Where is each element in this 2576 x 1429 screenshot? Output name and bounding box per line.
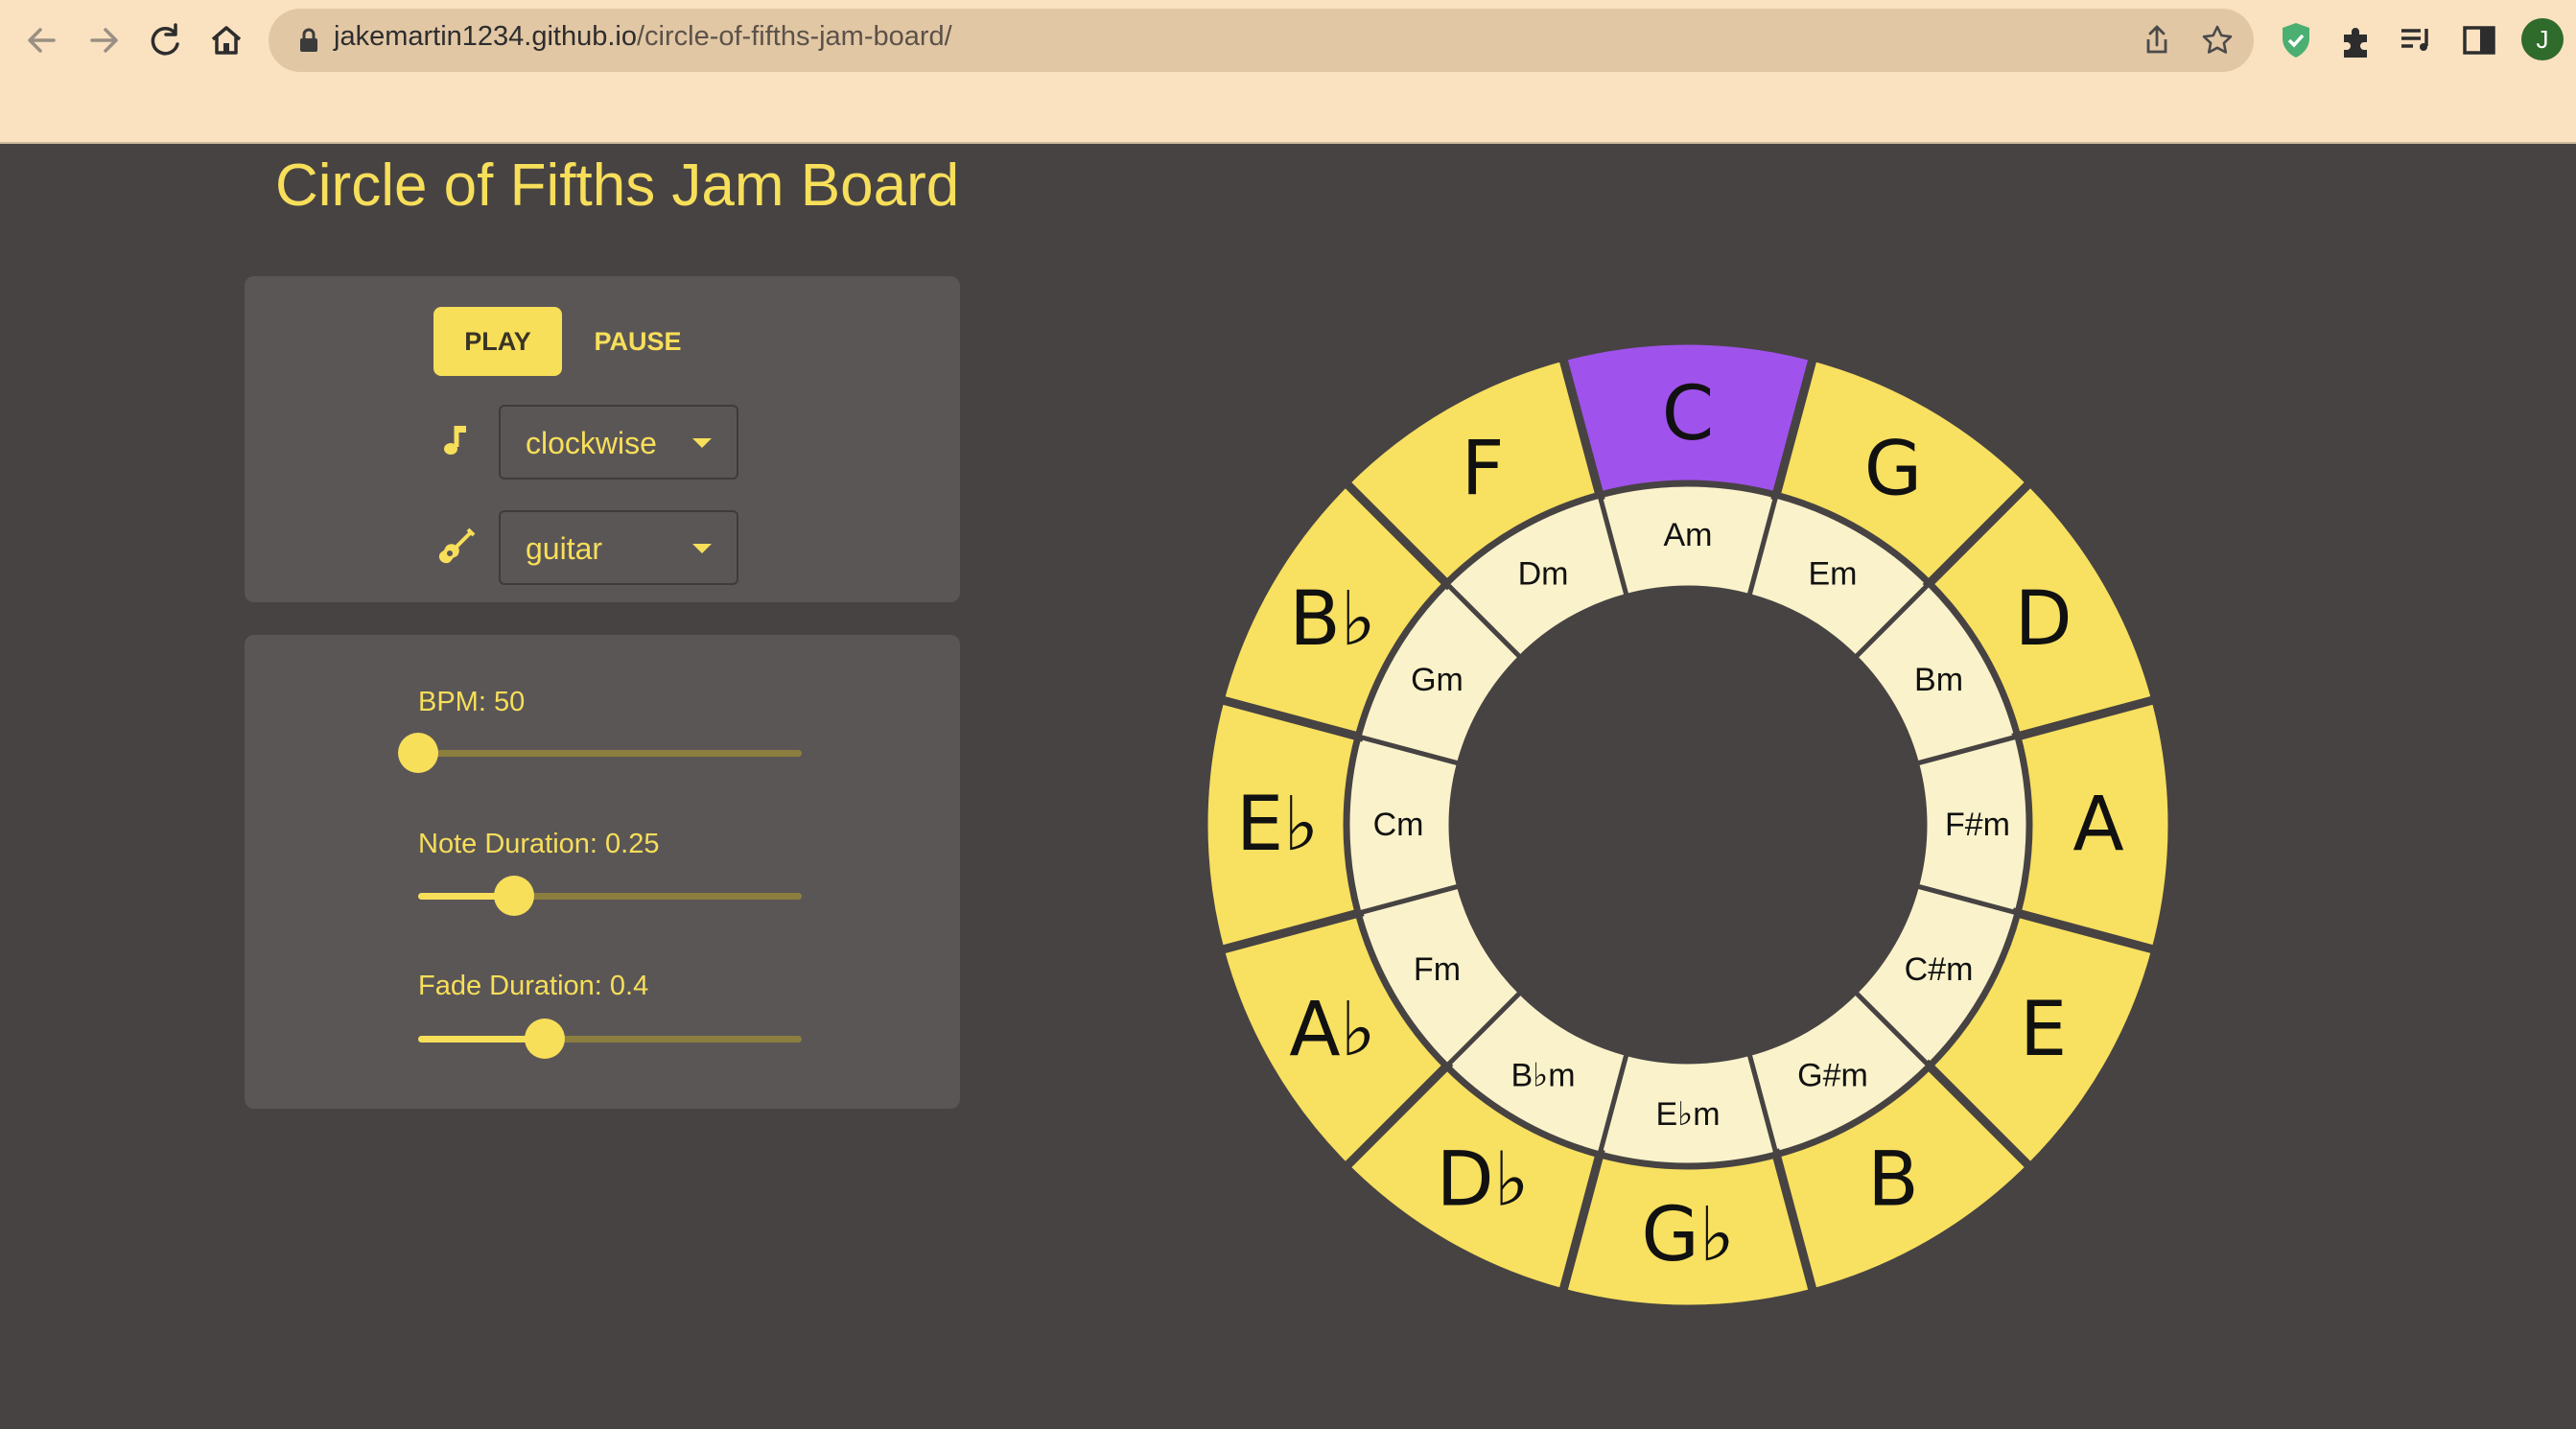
major-key-label: E♭ [1236,782,1319,868]
circle-of-fifths-wheel: C Am G Em D Bm A F#m E C#m B G#m G♭ E♭m D♭ B♭m A♭ Fm E♭ Cm B… [1199,336,2177,1314]
guitar-icon [438,527,476,564]
minor-key-label: C#m [1905,951,1974,988]
shield-extension-icon[interactable] [2273,17,2319,63]
minor-key-label: Bm [1914,662,1963,698]
star-icon[interactable] [2199,22,2236,59]
note-duration-slider-thumb[interactable] [494,876,534,916]
reload-icon[interactable] [138,13,192,67]
share-icon[interactable] [2139,22,2175,59]
direction-value: clockwise [526,426,657,460]
fade-duration-slider[interactable] [418,1019,802,1059]
major-key-label: G♭ [1641,1192,1734,1278]
instrument-select[interactable]: guitar [499,510,738,585]
bpm-label: BPM: 50 [418,687,526,717]
note-duration-label: Note Duration: 0.25 [418,829,660,859]
minor-key-label: Am [1664,517,1713,553]
minor-key-label: B♭m [1510,1058,1575,1094]
back-icon[interactable] [15,13,69,67]
play-button[interactable]: PLAY [433,307,562,376]
forward-icon[interactable] [77,13,130,67]
url-host: jakemartin1234.github.io [334,21,637,52]
chevron-down-icon [692,438,712,448]
note-duration-slider[interactable] [418,876,802,916]
settings-panel: BPM: 50 Note Duration: 0.25 Fade Duratio… [245,635,960,1109]
major-key-label: B [1867,1137,1919,1224]
major-key-label: D [2015,576,2073,663]
fade-duration-slider-thumb[interactable] [525,1019,565,1059]
major-key-label: E [2020,987,2067,1073]
page-title: Circle of Fifths Jam Board [275,152,960,219]
home-icon[interactable] [199,13,253,67]
minor-key-label: G#m [1797,1058,1868,1094]
minor-key-label: F#m [1945,807,2010,843]
minor-key-label: Dm [1518,555,1569,592]
browser-toolbar: jakemartin1234.github.io/circle-of-fifth… [0,0,2576,144]
address-bar[interactable]: jakemartin1234.github.io/circle-of-fifth… [269,9,2254,72]
major-key-label: G [1864,426,1922,512]
major-key-label: A♭ [1289,987,1375,1073]
music-note-icon [444,426,466,455]
major-key-label: F [1462,426,1505,512]
bpm-slider-thumb[interactable] [398,733,438,773]
reading-list-icon[interactable] [2394,17,2440,63]
instrument-value: guitar [526,531,603,566]
side-panel-icon[interactable] [2456,17,2502,63]
playback-panel: PLAY PAUSE clockwise guitar [245,276,960,602]
major-key-label: B♭ [1289,576,1375,663]
direction-select[interactable]: clockwise [499,405,738,480]
minor-key-label: Cm [1373,807,1424,843]
minor-key-label: E♭m [1655,1096,1720,1133]
url-text: jakemartin1234.github.io/circle-of-fifth… [334,21,952,53]
minor-key-label: Em [1809,555,1858,592]
bpm-slider[interactable] [398,733,802,773]
major-key-label: A [2073,782,2123,868]
pause-button[interactable]: PAUSE [585,307,691,376]
minor-key-label: Gm [1411,662,1464,698]
chevron-down-icon [692,544,712,553]
major-key-label: C [1662,371,1714,457]
profile-avatar[interactable]: J [2521,18,2564,60]
minor-key-label: Fm [1414,951,1461,988]
lock-icon [300,28,317,52]
fade-duration-label: Fade Duration: 0.4 [418,971,649,1001]
url-path: /circle-of-fifths-jam-board/ [636,21,952,52]
puzzle-extensions-icon[interactable] [2333,17,2379,63]
major-key-label: D♭ [1437,1137,1530,1224]
